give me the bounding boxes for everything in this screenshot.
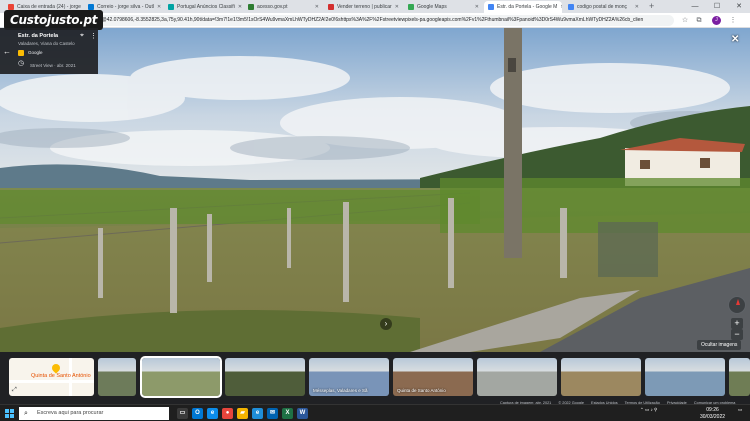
close-tab-icon[interactable]: ✕ (475, 4, 482, 10)
next-arrow-button[interactable]: › (380, 318, 392, 330)
browser-tab-strip: + — ☐ ✕ Caixa de entrada (24) - jorge✕Co… (0, 0, 750, 13)
star-icon[interactable]: ☆ (680, 15, 690, 26)
zoom-out-button[interactable]: − (731, 329, 743, 340)
notifications-icon[interactable]: ▭ (738, 407, 742, 413)
close-tab-icon[interactable]: ✕ (395, 4, 402, 10)
photo-thumbnail[interactable] (225, 358, 305, 396)
tab-label: Correio - jorge silva - Outl (97, 4, 154, 10)
map-place-label: Quinta de Santo António (31, 373, 91, 379)
search-placeholder: Escreva aqui para procurar (37, 410, 104, 416)
photo-thumbnail[interactable] (477, 358, 557, 396)
chrome-icon[interactable]: ● (222, 408, 233, 419)
address-bar: ← → ↻ maps/@42.0798606,-8.3552825,3a,75y… (0, 13, 750, 28)
tab-favicon-icon (408, 4, 414, 10)
browser-tab[interactable]: Estr. da Portela - Google M✕ (484, 1, 562, 13)
panorama-image (0, 28, 750, 352)
outlook-icon[interactable]: O (192, 408, 203, 419)
zoom-in-button[interactable]: + (731, 318, 743, 329)
tab-favicon-icon (488, 4, 494, 10)
thumbnail-caption: Mésseplas, Valadares e Sã (313, 388, 368, 393)
arrow-left-icon[interactable]: ← (3, 47, 11, 56)
photo-thumbnail[interactable]: Quinta de Santo António (393, 358, 473, 396)
avatar[interactable]: J (712, 16, 721, 25)
google-icon (18, 50, 24, 56)
close-street-view-button[interactable]: ✕ (731, 34, 739, 45)
map-thumbnail[interactable]: Quinta de Santo António ⤢ (9, 358, 94, 396)
excel-icon[interactable]: X (282, 408, 293, 419)
thumbnail-caption: Quinta de Santo António (397, 388, 446, 393)
tab-label: Vender terreno | publicar (337, 4, 392, 10)
provider-label: Google (28, 50, 43, 55)
tab-favicon-icon (568, 4, 574, 10)
custojusto-logo: Custojusto.pt (4, 10, 104, 30)
browser-tab[interactable]: codigo postal de monç ✕ (564, 1, 642, 13)
tab-favicon-icon (248, 4, 254, 10)
hide-images-button[interactable]: Ocultar imagens (697, 340, 742, 350)
photo-thumbnail[interactable] (729, 358, 750, 396)
minimize-button[interactable]: — (684, 0, 706, 13)
clock-date: 30/03/2022 (700, 413, 726, 420)
compass-icon[interactable] (728, 296, 746, 314)
url-input[interactable]: maps/@42.0798606,-8.3552825,3a,75y,90.41… (84, 15, 674, 26)
tab-favicon-icon (328, 4, 334, 10)
close-tab-icon[interactable]: ✕ (635, 4, 642, 10)
clock-icon[interactable]: ◷ (18, 60, 24, 68)
task-view-icon[interactable]: ▭ (177, 408, 188, 419)
tab-label: Portugal Anúncios Classifi (177, 4, 235, 10)
place-subtitle: Valadares, Viana do Castelo (18, 41, 75, 46)
tab-label: Google Maps (417, 4, 447, 10)
tray-icons[interactable]: ⌃ ▭ ♪ ⚲ (640, 407, 657, 413)
close-tab-icon[interactable]: ✕ (157, 4, 162, 10)
close-tab-icon[interactable]: ✕ (315, 4, 322, 10)
street-view-panorama[interactable] (0, 28, 750, 352)
search-icon: ⌕ (24, 410, 28, 417)
taskbar-search-input[interactable]: ⌕ Escreva aqui para procurar (19, 407, 169, 420)
tab-label: acesso.gov.pt (257, 4, 288, 10)
place-title: Estr. da Portela (18, 33, 59, 39)
photo-thumbnail[interactable] (645, 358, 725, 396)
maximize-button[interactable]: ☐ (706, 0, 728, 13)
browser-tab[interactable]: acesso.gov.pt ✕ (244, 1, 322, 13)
photo-strip: Quinta de Santo António ⤢ Mésseplas, Val… (0, 352, 750, 398)
location-pin-icon[interactable]: ⌖ (80, 32, 84, 40)
photo-thumbnail[interactable] (561, 358, 641, 396)
tab-label: codigo postal de monç (577, 4, 628, 10)
photo-thumbnail[interactable]: Mésseplas, Valadares e Sã (309, 358, 389, 396)
edge-icon[interactable]: e (207, 408, 218, 419)
word-icon[interactable]: W (297, 408, 308, 419)
street-view-date: Street View · abr. 2021 (30, 63, 76, 68)
edge-icon[interactable]: e (252, 408, 263, 419)
mail-icon[interactable]: ✉ (267, 408, 278, 419)
extensions-icon[interactable]: ⧉ (694, 15, 704, 26)
expand-icon[interactable]: ⤢ (12, 387, 17, 394)
close-tab-icon[interactable]: ✕ (560, 4, 562, 10)
browser-tab[interactable]: Vender terreno | publicar ✕ (324, 1, 402, 13)
file-explorer-icon[interactable]: ▰ (237, 408, 248, 419)
more-vert-icon[interactable]: ⋮ (90, 32, 97, 40)
browser-tab[interactable]: Portugal Anúncios Classifi ✕ (164, 1, 242, 13)
photo-thumbnail[interactable] (140, 356, 222, 398)
browser-tab[interactable]: Google Maps ✕ (404, 1, 482, 13)
menu-icon[interactable]: ⋮ (728, 15, 738, 26)
photo-thumbnail[interactable] (98, 358, 136, 396)
tab-favicon-icon (168, 4, 174, 10)
new-tab-button[interactable]: + (649, 1, 654, 12)
close-window-button[interactable]: ✕ (728, 0, 750, 13)
map-pin-icon (50, 362, 62, 374)
windows-start-icon[interactable] (5, 409, 14, 418)
windows-taskbar: ⌕ Escreva aqui para procurar ⌃ ▭ ♪ ⚲ 09:… (0, 404, 750, 421)
close-tab-icon[interactable]: ✕ (238, 4, 242, 10)
taskbar-clock[interactable]: 09:26 30/03/2022 (700, 407, 725, 420)
location-info-card: ← Estr. da Portela Valadares, Viana do C… (0, 28, 98, 74)
tab-label: Estr. da Portela - Google M (497, 4, 558, 10)
